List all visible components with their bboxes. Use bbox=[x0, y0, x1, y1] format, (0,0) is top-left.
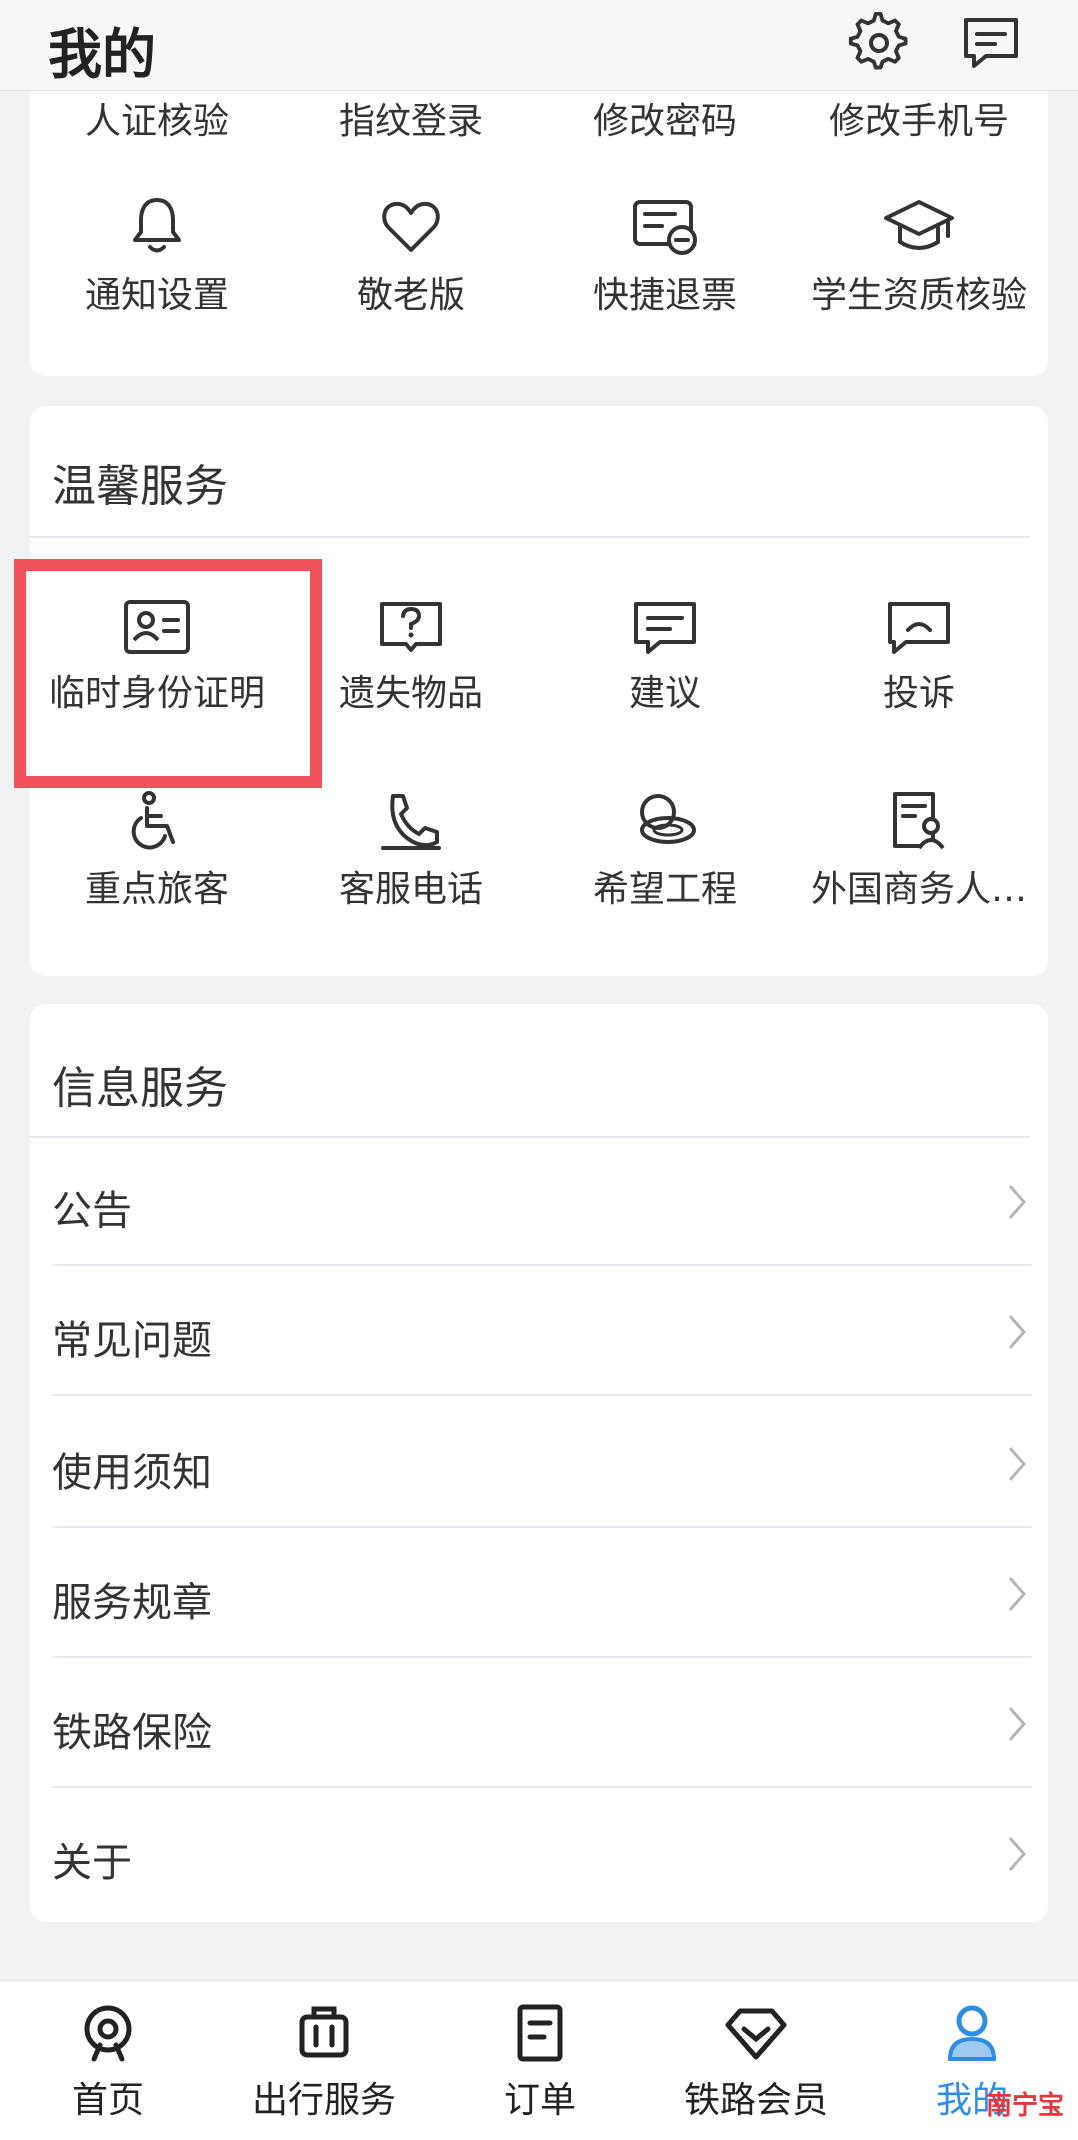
section-title-warm-services: 温馨服务 bbox=[52, 461, 228, 512]
chevron-right-icon bbox=[1008, 1837, 1026, 1871]
user-icon bbox=[947, 2005, 997, 2061]
luggage-icon bbox=[299, 2006, 349, 2058]
grid-item-change-password[interactable]: 修改密码 bbox=[538, 84, 792, 144]
grid-item-foreign-business[interactable]: 外国商务人… bbox=[792, 790, 1046, 912]
grid-item-change-phone[interactable]: 修改手机号 bbox=[792, 84, 1046, 144]
home-icon bbox=[84, 2005, 132, 2062]
graduation-cap-icon bbox=[884, 200, 954, 250]
grid-item-lost-items[interactable]: 遗失物品 bbox=[284, 598, 538, 716]
watermark: 南宁宝 bbox=[985, 2091, 1064, 2121]
chevron-right-icon bbox=[1008, 1447, 1026, 1481]
bottom-tab-bar: 首页 出行服务 订单 铁路会员 我的 南宁宝 bbox=[0, 1980, 1078, 2140]
grid-item-hope-project[interactable]: 希望工程 bbox=[538, 790, 792, 912]
list-item-announcement[interactable]: 公告 bbox=[52, 1138, 1032, 1266]
section-divider bbox=[30, 536, 1030, 538]
tab-railway-member[interactable]: 铁路会员 bbox=[648, 2003, 864, 2123]
chevron-right-icon bbox=[1008, 1707, 1026, 1741]
suggestion-icon bbox=[634, 602, 696, 654]
message-icon[interactable] bbox=[960, 12, 1022, 74]
grid-item-face-verify[interactable]: 人证核验 bbox=[30, 84, 284, 144]
list-item-service-rules[interactable]: 服务规章 bbox=[52, 1530, 1032, 1658]
grid-item-quick-refund[interactable]: 快捷退票 bbox=[538, 194, 792, 318]
wheelchair-icon bbox=[131, 791, 175, 850]
chevron-right-icon bbox=[1008, 1185, 1026, 1219]
page-title: 我的 bbox=[48, 23, 156, 86]
grid-item-customer-service-phone[interactable]: 客服电话 bbox=[284, 790, 538, 912]
chevron-right-icon bbox=[1008, 1577, 1026, 1611]
complaint-icon bbox=[888, 602, 950, 654]
grid-item-elderly-mode[interactable]: 敬老版 bbox=[284, 194, 538, 318]
question-box-icon bbox=[380, 602, 442, 652]
order-icon bbox=[517, 2004, 563, 2062]
chevron-right-icon bbox=[1008, 1315, 1026, 1349]
ticket-refund-icon bbox=[633, 200, 697, 255]
list-item-usage-notice[interactable]: 使用须知 bbox=[52, 1400, 1032, 1528]
grid-item-complaint[interactable]: 投诉 bbox=[792, 598, 1046, 716]
section-title-info-services: 信息服务 bbox=[52, 1063, 228, 1114]
info-services-card: 信息服务 公告 常见问题 使用须知 服务规章 铁路保险 关于 bbox=[30, 1004, 1048, 1922]
heart-icon bbox=[382, 201, 440, 252]
account-settings-card: 人证核验 指纹登录 修改密码 修改手机号 通知设置 敬老版 快捷退票 学生资质核… bbox=[30, 60, 1048, 376]
foreign-business-icon bbox=[893, 792, 945, 850]
list-item-faq[interactable]: 常见问题 bbox=[52, 1268, 1032, 1396]
phone-icon bbox=[381, 794, 441, 850]
grid-item-notification-settings[interactable]: 通知设置 bbox=[30, 194, 284, 318]
grid-item-priority-passenger[interactable]: 重点旅客 bbox=[30, 790, 284, 912]
bell-icon bbox=[133, 198, 181, 253]
gear-icon[interactable] bbox=[848, 12, 910, 74]
grid-item-fingerprint-login[interactable]: 指纹登录 bbox=[284, 84, 538, 144]
tab-travel-services[interactable]: 出行服务 bbox=[216, 2003, 432, 2123]
grid-item-student-verify[interactable]: 学生资质核验 bbox=[792, 194, 1046, 318]
hope-project-icon bbox=[640, 794, 696, 844]
tab-orders[interactable]: 订单 bbox=[432, 2003, 648, 2123]
tab-home[interactable]: 首页 bbox=[0, 2003, 216, 2123]
top-bar: 我的 bbox=[0, 0, 1078, 91]
list-item-railway-insurance[interactable]: 铁路保险 bbox=[52, 1660, 1032, 1788]
list-item-about[interactable]: 关于 bbox=[52, 1790, 1032, 1918]
highlight-box bbox=[14, 559, 322, 788]
diamond-icon bbox=[725, 2008, 787, 2060]
grid-item-suggestion[interactable]: 建议 bbox=[538, 598, 792, 716]
